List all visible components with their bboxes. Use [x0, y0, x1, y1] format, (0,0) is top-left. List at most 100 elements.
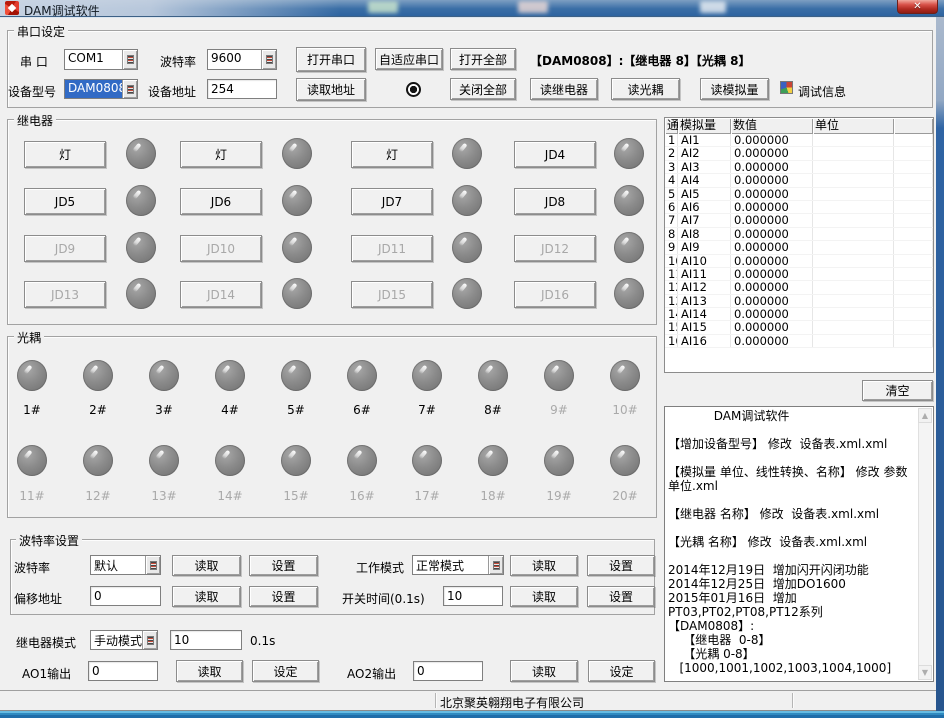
switch-time-set-button[interactable]: 设置	[587, 586, 655, 607]
baud-read-button[interactable]: 读取	[172, 555, 241, 576]
relay-indicator	[282, 232, 312, 263]
table-cell: 0.000000	[731, 281, 813, 293]
offset-set-button[interactable]: 设置	[249, 586, 318, 607]
ao2-read-button[interactable]: 读取	[510, 660, 578, 682]
relay-button[interactable]: JD7	[351, 188, 433, 215]
combo-scroll-icon[interactable]	[488, 556, 503, 574]
relay-mode-time-input[interactable]	[170, 630, 242, 650]
table-header-analog[interactable]: 模拟量	[678, 118, 731, 134]
baud-set-button[interactable]: 设置	[249, 555, 318, 576]
table-row[interactable]: 14AI140.000000	[665, 308, 933, 321]
relay-button[interactable]: JD4	[514, 141, 596, 168]
model-value: DAM0808	[65, 80, 122, 98]
relay-button: JD16	[514, 281, 596, 308]
table-cell: 0.000000	[731, 335, 813, 347]
table-row[interactable]: 1AI10.000000	[665, 134, 933, 147]
table-cell: AI16	[678, 335, 731, 347]
offset-address-input[interactable]	[90, 586, 161, 606]
combo-scroll-icon[interactable]	[122, 80, 137, 98]
debug-info-icon[interactable]	[780, 81, 793, 94]
relay-button[interactable]: 灯	[24, 141, 106, 168]
model-combobox[interactable]: DAM0808	[64, 79, 138, 99]
offset-read-button[interactable]: 读取	[172, 586, 241, 607]
close-all-button[interactable]: 关闭全部	[450, 78, 516, 100]
combo-scroll-icon[interactable]	[145, 556, 160, 574]
table-row[interactable]: 4AI40.000000	[665, 174, 933, 187]
table-row[interactable]: 15AI150.000000	[665, 321, 933, 334]
table-body: 1AI10.0000002AI20.0000003AI30.0000004AI4…	[665, 134, 933, 348]
relay-button: JD14	[180, 281, 262, 308]
ao2-label: AO2输出	[347, 665, 396, 682]
table-row[interactable]: 10AI100.000000	[665, 255, 933, 268]
close-icon: ✕	[913, 1, 921, 12]
table-cell	[894, 321, 933, 333]
relay-mode-combobox[interactable]: 手动模式	[90, 630, 158, 650]
scroll-down-icon[interactable]: ▼	[918, 665, 932, 680]
switch-time-input[interactable]	[443, 586, 503, 606]
table-cell: 0.000000	[731, 268, 813, 280]
relay-button[interactable]: 灯	[180, 141, 262, 168]
ao1-read-button[interactable]: 读取	[176, 660, 243, 682]
read-opto-button[interactable]: 读光耦	[611, 78, 680, 100]
address-input[interactable]	[207, 79, 277, 99]
relay-button: JD10	[180, 235, 262, 262]
relay-button[interactable]: 灯	[351, 141, 433, 168]
table-row[interactable]: 8AI80.000000	[665, 228, 933, 241]
table-cell: 11	[665, 268, 678, 280]
work-mode-read-button[interactable]: 读取	[510, 555, 578, 576]
table-row[interactable]: 9AI90.000000	[665, 241, 933, 254]
port-combobox[interactable]: COM1	[64, 49, 138, 70]
table-row[interactable]: 6AI60.000000	[665, 201, 933, 214]
ao2-set-button[interactable]: 设定	[588, 660, 655, 682]
clear-button[interactable]: 清空	[862, 380, 933, 401]
ao1-input[interactable]	[88, 661, 158, 681]
ao2-input[interactable]	[413, 661, 483, 681]
table-row[interactable]: 16AI160.000000	[665, 335, 933, 348]
table-row[interactable]: 12AI120.000000	[665, 281, 933, 294]
read-relay-button[interactable]: 读继电器	[530, 78, 598, 100]
read-analog-button[interactable]: 读模拟量	[700, 78, 769, 100]
baud-setting-combobox[interactable]: 默认	[90, 555, 161, 575]
work-mode-combobox[interactable]: 正常模式	[412, 555, 504, 575]
table-cell	[813, 241, 894, 253]
table-cell: 3	[665, 161, 678, 173]
table-row[interactable]: 3AI30.000000	[665, 161, 933, 174]
relay-indicator	[614, 138, 644, 169]
opto-indicator	[478, 360, 508, 391]
table-header-channel[interactable]: 通	[665, 118, 678, 134]
combo-scroll-icon[interactable]	[261, 50, 276, 69]
relay-button: JD11	[351, 235, 433, 262]
read-address-button[interactable]: 读取地址	[296, 78, 366, 101]
table-cell: 2	[665, 147, 678, 159]
adaptive-port-button[interactable]: 自适应串口	[375, 48, 443, 70]
table-row[interactable]: 7AI70.000000	[665, 214, 933, 227]
ao1-set-button[interactable]: 设定	[252, 660, 319, 682]
combo-scroll-icon[interactable]	[142, 631, 157, 649]
switch-time-read-button[interactable]: 读取	[510, 586, 578, 607]
table-cell: 0.000000	[731, 321, 813, 333]
open-all-button[interactable]: 打开全部	[450, 48, 516, 70]
opto-indicator	[281, 360, 311, 391]
table-header-value[interactable]: 数值	[731, 118, 813, 134]
relay-button[interactable]: JD6	[180, 188, 262, 215]
opto-indicator	[347, 360, 377, 391]
relay-button[interactable]: JD5	[24, 188, 106, 215]
table-header-unit[interactable]: 单位	[813, 118, 894, 134]
combo-scroll-icon[interactable]	[122, 50, 137, 69]
table-row[interactable]: 2AI20.000000	[665, 147, 933, 160]
info-scrollbar[interactable]: ▲ ▼	[918, 408, 932, 680]
open-port-button[interactable]: 打开串口	[296, 47, 366, 72]
table-row[interactable]: 11AI110.000000	[665, 268, 933, 281]
relay-button[interactable]: JD8	[514, 188, 596, 215]
table-header-extra[interactable]	[894, 118, 933, 134]
table-row[interactable]: 13AI130.000000	[665, 295, 933, 308]
baud-combobox[interactable]: 9600	[207, 49, 277, 70]
work-mode-set-button[interactable]: 设置	[587, 555, 655, 576]
table-row[interactable]: 5AI50.000000	[665, 188, 933, 201]
info-panel: DAM调试软件 【增加设备型号】 修改 设备表.xml.xml 【模拟量 单位、…	[664, 406, 934, 682]
relay-indicator	[282, 278, 312, 309]
scroll-up-icon[interactable]: ▲	[918, 408, 932, 423]
desktop-edge-right	[936, 17, 944, 711]
close-button[interactable]: ✕	[897, 0, 938, 14]
app-icon	[5, 1, 19, 15]
